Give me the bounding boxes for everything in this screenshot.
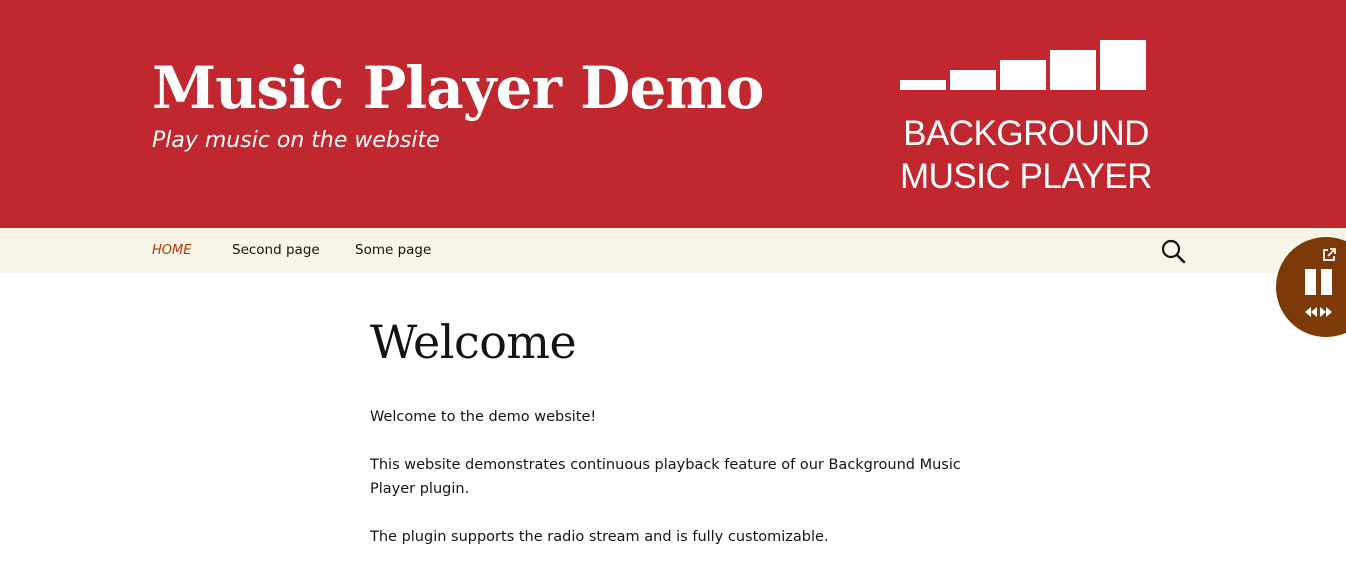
- next-track-icon[interactable]: [1318, 307, 1332, 317]
- site-header: Music Player Demo Play music on the webs…: [0, 0, 1346, 228]
- nav-item-second-page[interactable]: Second page: [232, 228, 320, 273]
- pause-icon[interactable]: [1304, 269, 1334, 297]
- paragraph-features: The plugin supports the radio stream and…: [370, 529, 829, 545]
- paragraph-description: This website demonstrates continuous pla…: [370, 457, 961, 497]
- site-title[interactable]: Music Player Demo: [152, 52, 764, 124]
- page-title: Welcome: [370, 315, 577, 369]
- nav-item-some-page[interactable]: Some page: [355, 228, 431, 273]
- previous-track-icon[interactable]: [1305, 307, 1319, 317]
- popout-icon[interactable]: [1322, 248, 1336, 262]
- logo-text-line-1: BACKGROUND: [903, 114, 1149, 153]
- paragraph-welcome: Welcome to the demo website!: [370, 409, 597, 425]
- search-icon[interactable]: [1160, 238, 1186, 264]
- background-music-player-logo: BACKGROUND MUSIC PLAYER: [898, 40, 1154, 200]
- nav-item-home[interactable]: HOME: [152, 228, 191, 273]
- equalizer-bars-icon: [900, 40, 1146, 90]
- logo-text-line-2: MUSIC PLAYER: [899, 157, 1153, 196]
- main-navigation: HOME Second page Some page: [0, 228, 1346, 273]
- site-tagline: Play music on the website: [152, 128, 440, 153]
